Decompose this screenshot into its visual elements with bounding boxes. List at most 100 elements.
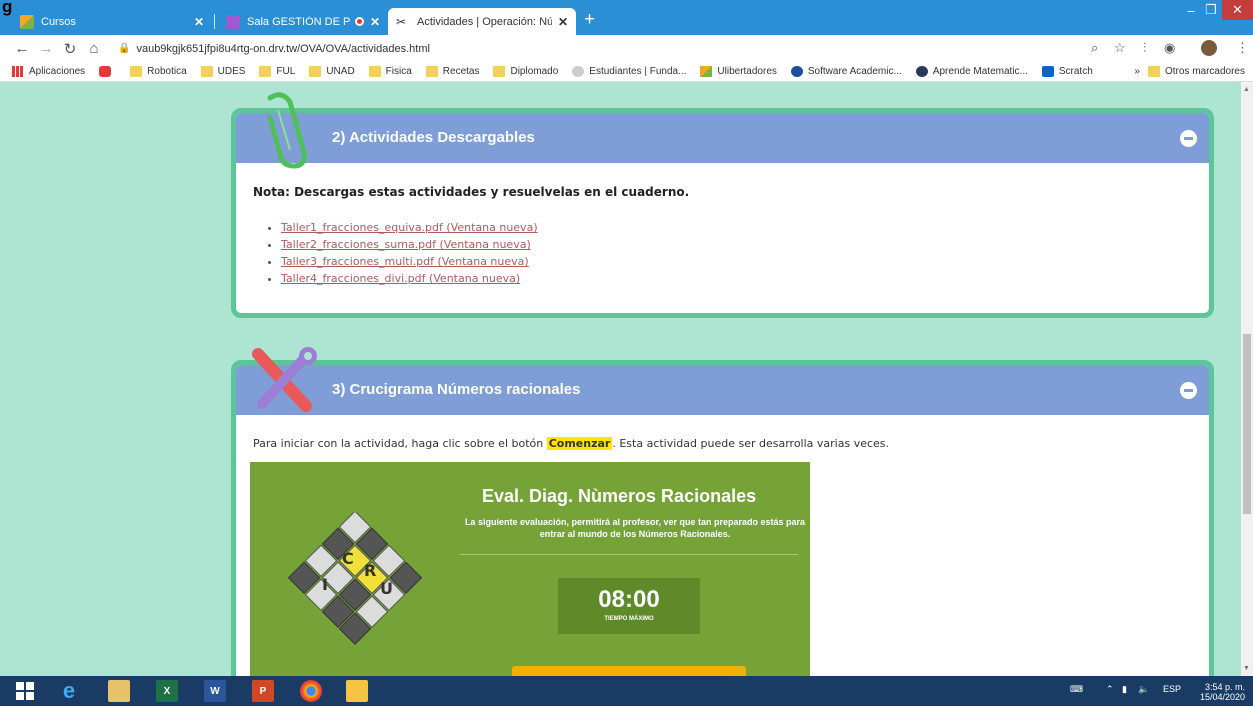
scrollbar-thumb[interactable] [1243, 334, 1251, 514]
keyboard-icon[interactable]: ⌨ [1070, 684, 1083, 695]
timer-value: 08:00 [598, 586, 660, 613]
bookmark-robotica[interactable]: Robotica [130, 66, 187, 77]
browser-toolbar: ← → ↻ ⌂ 🔒 vaub9kgjk651jfpi8u4rtg-on.drv.… [0, 35, 1253, 62]
section-header[interactable]: 3) Crucigrama Números racionales [236, 365, 1209, 415]
logo-letter: U [380, 579, 393, 598]
apps-grid-icon [12, 66, 24, 77]
intro-text: . Esta actividad puede ser desarrolla va… [612, 437, 890, 450]
bookmark-unad[interactable]: UNAD [309, 66, 355, 77]
crossword-logo-icon: C R U I [287, 512, 423, 645]
system-clock[interactable]: 3:54 p. m. 15/04/2020 [1200, 682, 1245, 702]
home-icon[interactable]: ⌂ [82, 40, 106, 57]
bookmark-software-academic[interactable]: Software Academic... [790, 66, 902, 77]
tab-actividades[interactable]: ✂ Actividades | Operación: Número ✕ [388, 8, 576, 35]
quiz-title: Eval. Diag. Nùmeros Racionales [482, 486, 757, 506]
bookmark-label: Diplomado [510, 66, 559, 77]
excel-icon[interactable]: X [156, 680, 178, 702]
bookmark-ful[interactable]: FUL [259, 66, 295, 77]
powerpoint-icon[interactable]: P [252, 680, 274, 702]
notes-app-icon[interactable] [346, 680, 368, 702]
quiz-widget[interactable]: C R U I Eval. Diag. Nùmeros Racionales L… [250, 462, 810, 676]
timer-label: TIEMPO MÁXIMO [604, 616, 654, 622]
bookmark-udes[interactable]: UDES [200, 66, 245, 77]
folder-icon [259, 66, 272, 77]
folder-icon [1147, 66, 1160, 77]
bookmark-recetas[interactable]: Recetas [425, 66, 479, 77]
volume-icon[interactable]: 🔈 [1138, 684, 1149, 695]
section-title: 2) Actividades Descargables [332, 129, 535, 146]
download-link-taller2[interactable]: Taller2_fracciones_suma.pdf (Ventana nue… [281, 238, 531, 251]
tray-expand-icon[interactable]: ⌃ [1106, 684, 1114, 695]
close-tab-icon[interactable]: ✕ [558, 15, 568, 29]
equalizer-extension-icon[interactable]: ⫶ [1143, 40, 1146, 56]
tab-separator [214, 14, 215, 29]
tab-sala-gestion[interactable]: Sala GESTIÓN DE PROYECTO ✕ [218, 8, 388, 35]
tools-icon [252, 347, 317, 412]
profile-avatar[interactable] [1201, 40, 1217, 56]
divider [460, 554, 798, 555]
word-icon[interactable]: W [204, 680, 226, 702]
clock-date: 15/04/2020 [1199, 692, 1245, 702]
download-link-taller1[interactable]: Taller1_fracciones_equiva.pdf (Ventana n… [281, 221, 538, 234]
bookmark-otros-marcadores[interactable]: Otros marcadores [1147, 66, 1245, 77]
bookmark-label: Estudiantes | Funda... [589, 66, 687, 77]
clock-time: 3:54 p. m. [1204, 682, 1245, 692]
zoom-icon[interactable]: ⌕ [1091, 40, 1098, 56]
bookmark-aprende-matematic[interactable]: Aprende Matematic... [915, 66, 1028, 77]
extension-icon[interactable]: ◉ [1164, 40, 1175, 56]
menu-icon[interactable]: ⋮ [1236, 40, 1249, 56]
cursos-favicon-icon [20, 14, 34, 29]
maximize-button[interactable]: ❐ [1202, 0, 1220, 20]
bookmark-label: Scratch [1058, 66, 1093, 77]
list-item: Taller2_fracciones_suma.pdf (Ventana nue… [281, 236, 1192, 253]
close-tab-icon[interactable]: ✕ [370, 15, 380, 29]
forward-arrow-icon[interactable]: → [34, 40, 58, 57]
tab-cursos[interactable]: Cursos ✕ [12, 8, 212, 35]
close-window-button[interactable]: ✕ [1222, 0, 1253, 20]
bookmark-label: Software Academic... [807, 66, 902, 77]
site-icon [790, 66, 803, 77]
scroll-up-icon[interactable]: ▲ [1243, 86, 1250, 93]
logo-letter: C [342, 549, 354, 568]
download-link-taller4[interactable]: Taller4_fracciones_divi.pdf (Ventana nue… [281, 272, 520, 285]
bookmark-diplomado[interactable]: Diplomado [493, 66, 558, 77]
comenzar-button[interactable] [512, 666, 746, 676]
network-icon[interactable]: ▮ [1122, 684, 1127, 695]
bookmark-fisica[interactable]: Fisica [368, 66, 412, 77]
reload-icon[interactable]: ↻ [58, 40, 82, 58]
site-icon [700, 66, 713, 77]
page-scrollbar[interactable]: ▲ ▼ [1241, 82, 1253, 676]
youtube-icon [99, 66, 112, 77]
new-tab-button[interactable]: + [584, 9, 595, 31]
file-explorer-icon[interactable] [108, 680, 130, 702]
note-text: Nota: Descargas estas actividades y resu… [253, 185, 690, 199]
more-chevron-icon: » [1134, 66, 1140, 77]
folder-icon [200, 66, 213, 77]
bookmarks-more-button[interactable]: » [1134, 66, 1140, 77]
address-bar[interactable]: 🔒 vaub9kgjk651jfpi8u4rtg-on.drv.tw/OVA/O… [118, 38, 1094, 59]
internet-explorer-icon[interactable]: e [58, 678, 80, 703]
collapse-icon[interactable] [1180, 382, 1197, 399]
windows-start-icon[interactable] [14, 680, 36, 702]
back-arrow-icon[interactable]: ← [10, 40, 34, 57]
bookmark-aplicaciones[interactable]: Aplicaciones [12, 66, 85, 77]
comenzar-highlight: Comenzar [546, 437, 613, 450]
language-indicator[interactable]: ESP [1163, 684, 1181, 694]
bookmark-estudiantes[interactable]: Estudiantes | Funda... [572, 66, 686, 77]
collapse-icon[interactable] [1180, 130, 1197, 147]
close-tab-icon[interactable]: ✕ [194, 15, 204, 29]
sala-favicon-icon [226, 14, 240, 29]
minimize-button[interactable]: – [1180, 0, 1202, 20]
bookmark-label: Ulibertadores [717, 66, 777, 77]
download-link-taller3[interactable]: Taller3_fracciones_multi.pdf (Ventana nu… [281, 255, 529, 268]
download-list: Taller1_fracciones_equiva.pdf (Ventana n… [253, 219, 1192, 287]
browser-tabstrip: g Cursos ✕ Sala GESTIÓN DE PROYECTO ✕ ✂ … [0, 0, 1253, 35]
scroll-down-icon[interactable]: ▼ [1243, 665, 1250, 672]
star-icon[interactable]: ☆ [1114, 40, 1126, 56]
bookmark-ulibertadores[interactable]: Ulibertadores [700, 66, 777, 77]
bookmark-youtube[interactable] [99, 66, 116, 77]
section-header[interactable]: 2) Actividades Descargables [236, 113, 1209, 163]
paperclip-icon [267, 92, 307, 169]
chrome-icon[interactable] [300, 680, 322, 702]
bookmark-scratch[interactable]: Scratch [1041, 66, 1093, 77]
